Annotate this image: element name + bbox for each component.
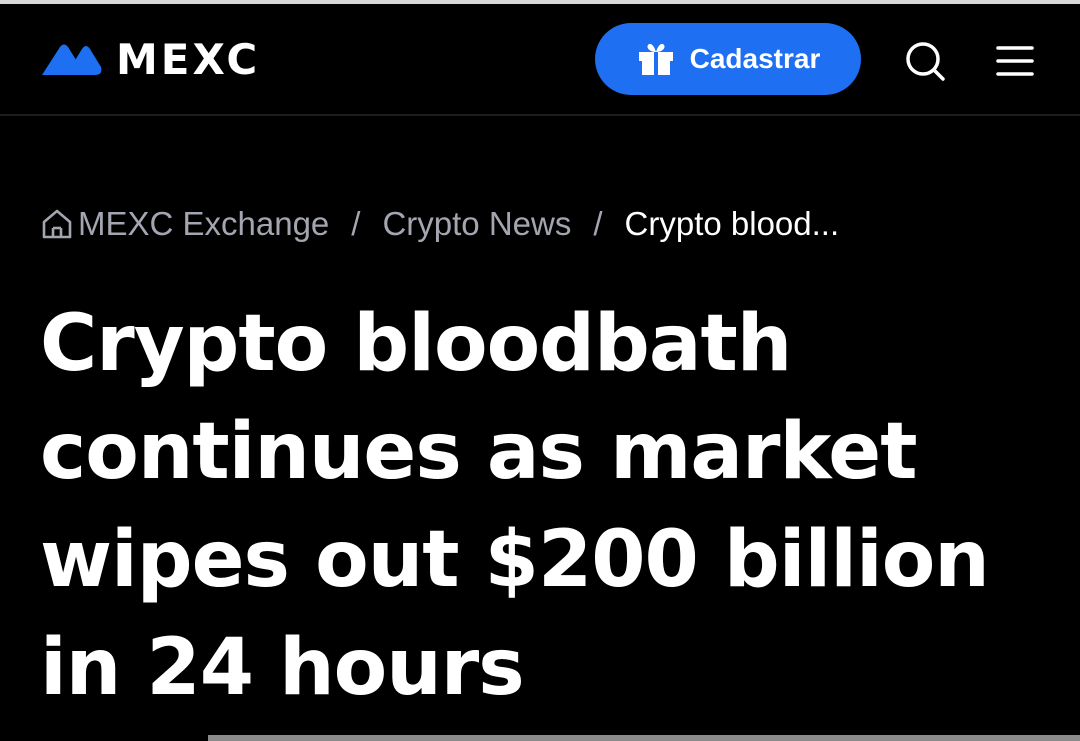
search-button[interactable] xyxy=(900,36,950,86)
breadcrumb-item-label: MEXC Exchange xyxy=(78,205,330,242)
menu-button[interactable] xyxy=(992,40,1038,82)
page: MEXC Cadastrar MEXC Exchange / Crypto Ne… xyxy=(0,0,1080,741)
logo-text: MEXC xyxy=(116,35,261,84)
breadcrumb-crypto-news-link[interactable]: Crypto News xyxy=(382,205,571,243)
breadcrumb-separator: / xyxy=(593,205,603,242)
hamburger-menu-icon xyxy=(996,46,1034,76)
home-icon xyxy=(42,209,72,239)
breadcrumb-separator: / xyxy=(351,205,361,242)
scroll-indicator xyxy=(208,735,1080,741)
mexc-logo-icon xyxy=(42,44,102,75)
search-icon xyxy=(906,42,945,81)
breadcrumb: MEXC Exchange / Crypto News / Crypto blo… xyxy=(40,200,839,248)
breadcrumb-current: Crypto blood... xyxy=(624,205,840,242)
signup-button[interactable]: Cadastrar xyxy=(595,23,861,95)
logo-link[interactable]: MEXC xyxy=(40,35,261,84)
breadcrumb-home-link[interactable]: MEXC Exchange xyxy=(40,205,329,243)
signup-button-label: Cadastrar xyxy=(689,43,821,74)
site-header: MEXC Cadastrar xyxy=(0,4,1080,116)
gift-icon xyxy=(638,43,673,75)
article-title: Crypto bloodbath continues as market wip… xyxy=(40,299,990,713)
